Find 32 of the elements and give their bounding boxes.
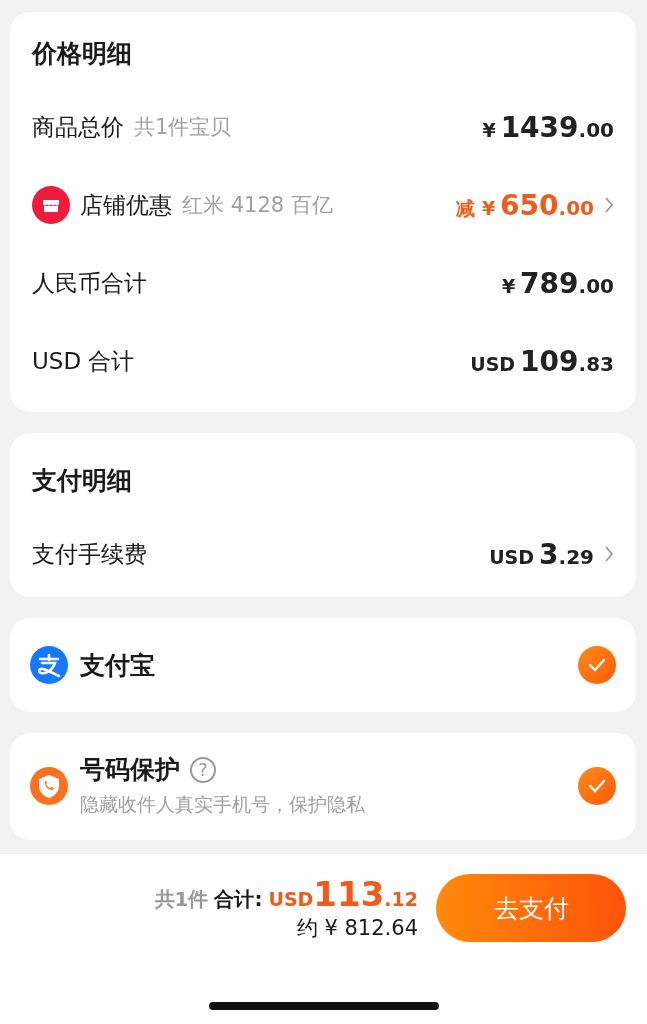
alipay-icon	[30, 646, 68, 684]
price-amount: ¥ 789.00	[501, 266, 614, 300]
price-amount: 减 ¥ 650.00	[456, 188, 594, 222]
option-description: 隐藏收件人真实手机号，保护隐私	[80, 792, 365, 817]
section-title: 支付明细	[32, 464, 133, 497]
checkbox[interactable]	[578, 766, 616, 805]
total-label: 合计:	[214, 886, 263, 913]
help-icon[interactable]: ?	[190, 756, 216, 783]
row-label: 人民币合计	[32, 268, 147, 298]
checkmark-icon	[588, 778, 606, 793]
option-label: 号码保护	[80, 754, 180, 786]
option-label: 支付宝	[80, 649, 155, 682]
row-label: 支付手续费	[32, 539, 147, 569]
checkbox[interactable]	[578, 646, 616, 684]
row-label: 店铺优惠	[80, 190, 172, 220]
row-note: 共1件宝贝	[134, 114, 232, 141]
item-count: 共1件	[154, 886, 209, 913]
row-label: 商品总价	[32, 112, 124, 142]
shop-icon	[32, 186, 70, 224]
approx-total: 约 ¥ 812.64	[296, 915, 418, 942]
section-title: 价格明细	[32, 37, 133, 70]
price-amount: USD 109.83	[470, 344, 614, 378]
checkmark-icon	[588, 658, 606, 672]
total-amount: USD113.12	[268, 874, 418, 914]
chevron-right-icon[interactable]	[604, 196, 614, 214]
price-amount: USD 3.29	[489, 537, 594, 571]
shield-phone-icon	[30, 766, 68, 805]
row-label: USD 合计	[32, 346, 135, 376]
price-amount: ¥ 1439.00	[482, 110, 614, 144]
chevron-right-icon[interactable]	[604, 545, 614, 563]
pay-button[interactable]: 去支付	[436, 874, 626, 942]
row-note: 红米 4128 百亿	[182, 192, 333, 219]
